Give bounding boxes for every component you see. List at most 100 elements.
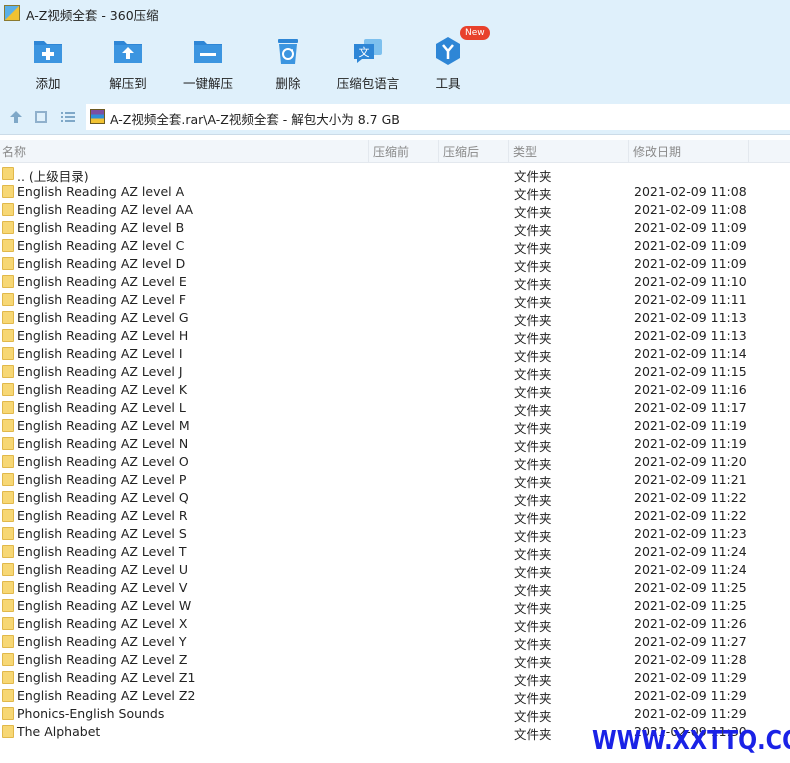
folder-icon	[2, 707, 14, 720]
column-header: 名称 压缩前 压缩后 类型 修改日期	[0, 140, 790, 163]
file-row[interactable]: English Reading AZ Level T 文件夹 2021-02-09 …	[0, 543, 790, 562]
add-label: 添加	[35, 76, 61, 91]
folder-icon	[2, 527, 14, 540]
file-date: 2021-02-09 11:29	[634, 670, 747, 685]
folder-icon	[2, 725, 14, 738]
file-row[interactable]: English Reading AZ level D 文件夹 2021-02-09 …	[0, 255, 790, 274]
file-date: 2021-02-09 11:22	[634, 490, 747, 505]
file-date: 2021-02-09 11:08	[634, 184, 747, 199]
list-view-icon[interactable]	[60, 110, 76, 124]
svg-text:文: 文	[359, 45, 370, 59]
column-type[interactable]: 类型	[513, 143, 537, 160]
file-date: 2021-02-09 11:25	[634, 580, 747, 595]
file-row[interactable]: English Reading AZ Level N 文件夹 2021-02-09 …	[0, 435, 790, 454]
file-row[interactable]: English Reading AZ Level Q 文件夹 2021-02-09 …	[0, 489, 790, 508]
file-row[interactable]: English Reading AZ level A 文件夹 2021-02-09 …	[0, 183, 790, 202]
file-date: 2021-02-09 11:27	[634, 634, 747, 649]
file-name: English Reading AZ Level M	[17, 418, 190, 433]
folder-icon	[2, 239, 14, 252]
file-name: English Reading AZ Level N	[17, 436, 189, 451]
folder-icon	[2, 401, 14, 414]
file-row[interactable]: English Reading AZ Level P 文件夹 2021-02-09 …	[0, 471, 790, 490]
file-row[interactable]: English Reading AZ Level H 文件夹 2021-02-09 …	[0, 327, 790, 346]
file-name: English Reading AZ level C	[17, 238, 185, 253]
column-divider[interactable]	[508, 140, 509, 162]
file-row[interactable]: English Reading AZ Level Y 文件夹 2021-02-09 …	[0, 633, 790, 652]
new-badge: New	[460, 26, 490, 40]
toolbar: 添加 解压到 一键解压 删除 文 压缩包语言 New 工具	[0, 26, 790, 100]
file-name: English Reading AZ Level Y	[17, 634, 187, 649]
column-name[interactable]: 名称	[2, 143, 26, 160]
file-row[interactable]: English Reading AZ level B 文件夹 2021-02-09 …	[0, 219, 790, 238]
archive-language-button[interactable]: 文 压缩包语言	[323, 26, 413, 100]
extract-to-button[interactable]: 解压到	[83, 26, 173, 100]
file-name: English Reading AZ Level U	[17, 562, 189, 577]
folder-icon	[2, 563, 14, 576]
folder-icon	[2, 185, 14, 198]
file-row[interactable]: English Reading AZ Level L 文件夹 2021-02-09 …	[0, 399, 790, 418]
file-row[interactable]: English Reading AZ Level O 文件夹 2021-02-09 …	[0, 453, 790, 472]
file-row[interactable]: English Reading AZ Level E 文件夹 2021-02-09 …	[0, 273, 790, 292]
file-date: 2021-02-09 11:09	[634, 238, 747, 253]
file-name: English Reading AZ Level T	[17, 544, 187, 559]
folder-icon	[2, 617, 14, 630]
one-click-extract-label: 一键解压	[182, 76, 233, 91]
folder-icon	[2, 545, 14, 558]
add-icon	[34, 41, 62, 63]
file-name: English Reading AZ Level Z	[17, 652, 188, 667]
tools-icon	[436, 37, 460, 65]
file-row[interactable]: English Reading AZ Level V 文件夹 2021-02-09 …	[0, 579, 790, 598]
file-row[interactable]: .. (上级目录) 文件夹	[0, 165, 790, 184]
file-row[interactable]: English Reading AZ Level M 文件夹 2021-02-09 …	[0, 417, 790, 436]
file-row[interactable]: English Reading AZ Level Z1 文件夹 2021-02-09…	[0, 669, 790, 688]
one-click-extract-icon	[194, 41, 222, 63]
column-divider[interactable]	[368, 140, 369, 162]
up-arrow-icon[interactable]	[9, 110, 23, 124]
file-row[interactable]: Phonics-English Sounds 文件夹 2021-02-09 11:2…	[0, 705, 790, 724]
file-row[interactable]: English Reading AZ Level I 文件夹 2021-02-09 …	[0, 345, 790, 364]
file-name: English Reading AZ Level K	[17, 382, 188, 397]
file-name: English Reading AZ level D	[17, 256, 186, 271]
tools-button[interactable]: New 工具	[403, 26, 493, 100]
folder-icon	[2, 365, 14, 378]
file-date: 2021-02-09 11:19	[634, 418, 747, 433]
column-compressed-after[interactable]: 压缩后	[443, 143, 479, 160]
thumbnail-view-icon[interactable]	[34, 110, 48, 124]
file-row[interactable]: English Reading AZ Level Z2 文件夹 2021-02-09…	[0, 687, 790, 706]
folder-icon	[2, 167, 14, 180]
file-name: The Alphabet	[17, 724, 101, 739]
column-divider[interactable]	[628, 140, 629, 162]
column-compressed-before[interactable]: 压缩前	[373, 143, 409, 160]
path-field[interactable]: A-Z视频全套.rar\A-Z视频全套 - 解包大小为 8.7 GB	[86, 104, 790, 130]
file-row[interactable]: English Reading AZ Level S 文件夹 2021-02-09 …	[0, 525, 790, 544]
column-divider[interactable]	[438, 140, 439, 162]
file-name: English Reading AZ level B	[17, 220, 185, 235]
one-click-extract-button[interactable]: 一键解压	[163, 26, 253, 100]
file-row[interactable]: English Reading AZ Level R 文件夹 2021-02-09 …	[0, 507, 790, 526]
file-row[interactable]: English Reading AZ Level G 文件夹 2021-02-09 …	[0, 309, 790, 328]
file-row[interactable]: English Reading AZ Level F 文件夹 2021-02-09 …	[0, 291, 790, 310]
app-logo-icon	[4, 5, 20, 21]
folder-icon	[2, 689, 14, 702]
extract-to-label: 解压到	[109, 76, 147, 91]
file-name: English Reading AZ level AA	[17, 202, 194, 217]
file-row[interactable]: English Reading AZ Level X 文件夹 2021-02-09 …	[0, 615, 790, 634]
archive-language-label: 压缩包语言	[336, 76, 400, 91]
file-row[interactable]: English Reading AZ Level J 文件夹 2021-02-09 …	[0, 363, 790, 382]
file-row[interactable]: English Reading AZ Level Z 文件夹 2021-02-09 …	[0, 651, 790, 670]
folder-icon	[2, 509, 14, 522]
delete-button[interactable]: 删除	[243, 26, 333, 100]
file-date: 2021-02-09 11:10	[634, 274, 747, 289]
file-row[interactable]: English Reading AZ Level K 文件夹 2021-02-09 …	[0, 381, 790, 400]
column-divider[interactable]	[748, 140, 749, 162]
add-button[interactable]: 添加	[3, 26, 93, 100]
file-row[interactable]: English Reading AZ Level U 文件夹 2021-02-09 …	[0, 561, 790, 580]
file-row[interactable]: English Reading AZ level AA 文件夹 2021-02-09…	[0, 201, 790, 220]
file-date: 2021-02-09 11:09	[634, 220, 747, 235]
column-modified[interactable]: 修改日期	[633, 143, 681, 160]
file-row[interactable]: English Reading AZ Level W 文件夹 2021-02-09 …	[0, 597, 790, 616]
file-name: English Reading AZ Level Z1	[17, 670, 196, 685]
file-row[interactable]: English Reading AZ level C 文件夹 2021-02-09 …	[0, 237, 790, 256]
file-name: English Reading AZ Level J	[17, 364, 183, 379]
file-date: 2021-02-09 11:08	[634, 202, 747, 217]
